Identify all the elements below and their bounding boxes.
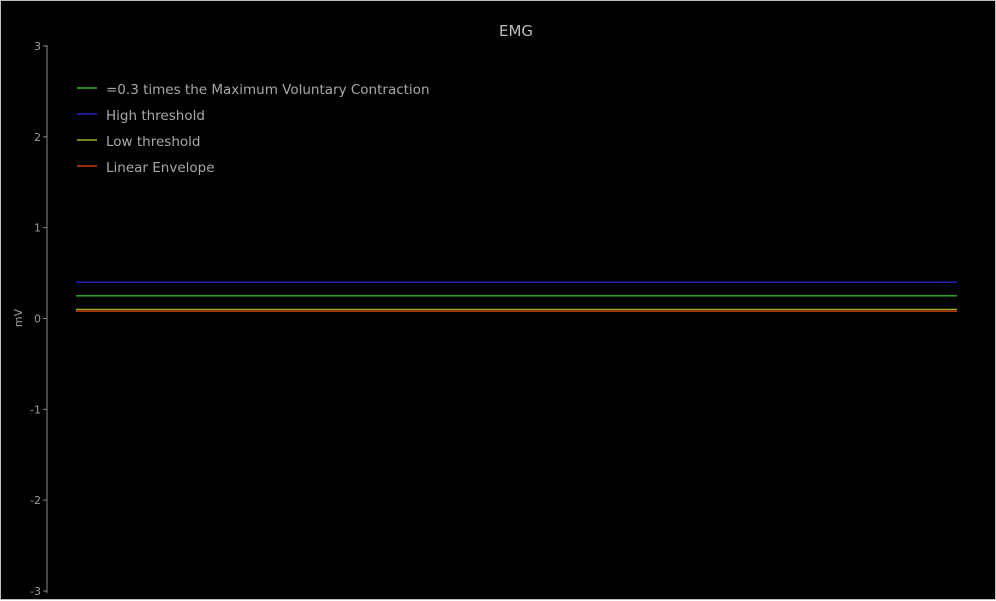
- y-tick-label: 0: [34, 313, 41, 326]
- emg-chart: EMG mV 3 2 1 0 -1 -2 -3 =0.3 times the Maximum…: [12, 22, 957, 598]
- y-tick-label: -1: [30, 403, 41, 416]
- legend-label-3: Linear Envelope: [106, 160, 215, 176]
- y-axis-ticks: 3 2 1 0 -1 -2 -3: [30, 40, 47, 598]
- legend-label-0: =0.3 times the Maximum Voluntary Contrac…: [106, 82, 430, 98]
- series-lines: [76, 281, 957, 312]
- y-tick-label: 3: [34, 40, 41, 53]
- plot-window: EMG mV 3 2 1 0 -1 -2 -3 =0.3 times the Maximum…: [0, 0, 996, 600]
- y-tick-label: 1: [34, 222, 41, 235]
- y-axis-label: mV: [12, 308, 25, 327]
- y-tick-label: -2: [30, 494, 41, 507]
- legend: =0.3 times the Maximum Voluntary Contrac…: [77, 82, 430, 176]
- y-tick-label: -3: [30, 585, 41, 598]
- legend-label-1: High threshold: [106, 108, 205, 124]
- legend-label-2: Low threshold: [106, 134, 200, 150]
- y-tick-label: 2: [34, 131, 41, 144]
- chart-title: EMG: [499, 22, 533, 40]
